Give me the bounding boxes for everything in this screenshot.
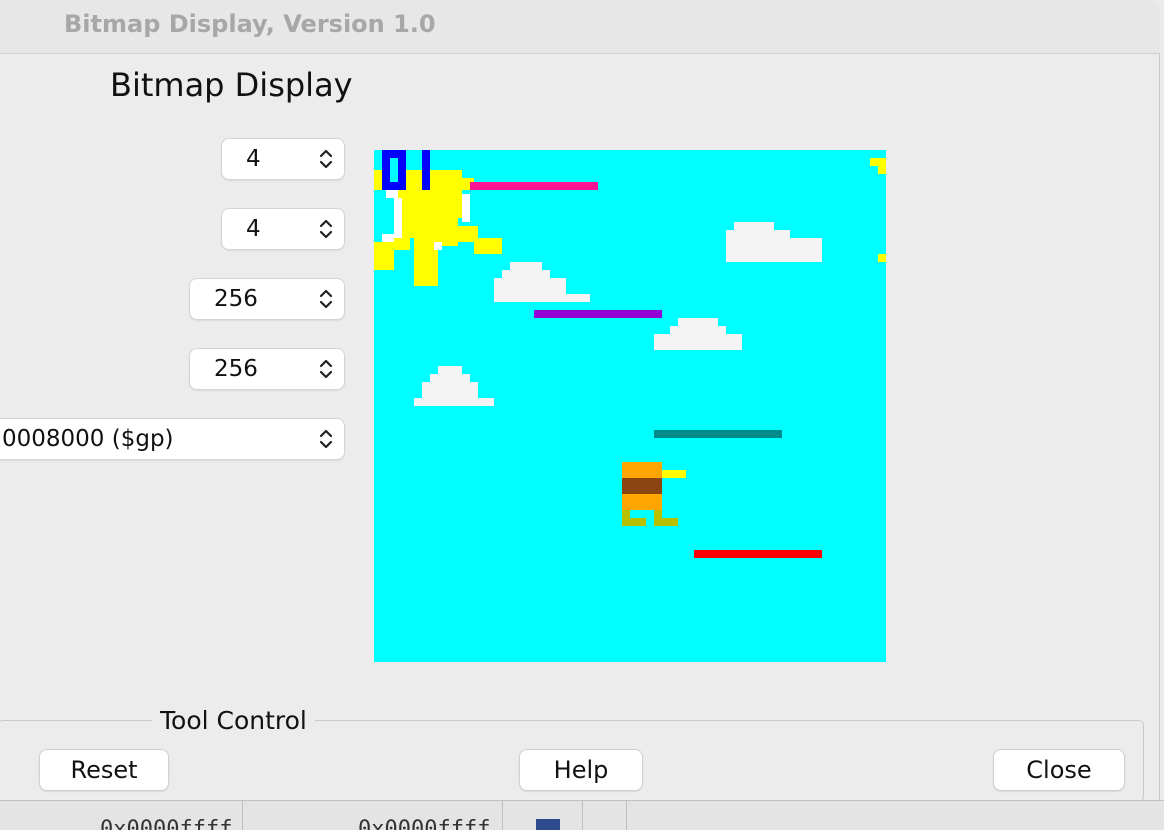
column-divider <box>626 801 627 830</box>
bitmap-canvas <box>374 150 886 662</box>
background-data-table: 0x0000ffff 0x0000ffff <box>0 800 1164 830</box>
title-bar[interactable]: Bitmap Display, Version 1.0 <box>0 0 1160 54</box>
cloud <box>414 366 494 406</box>
score-digits <box>382 150 430 190</box>
sun-sprite <box>374 158 886 286</box>
base-address-value: 0008000 ($gp) <box>2 426 174 452</box>
base-address-select[interactable]: 0008000 ($gp) <box>0 419 344 459</box>
display-width-value: 256 <box>214 286 258 312</box>
cloud <box>494 262 590 302</box>
unit-width-value: 4 <box>246 146 261 172</box>
window-title: Bitmap Display, Version 1.0 <box>64 10 436 38</box>
help-button[interactable]: Help <box>520 750 642 790</box>
cloud <box>726 222 822 262</box>
unit-width-spinner[interactable]: 4 <box>222 139 344 179</box>
table-cell: 0x0000ffff <box>358 817 491 830</box>
display-height-spinner[interactable]: 256 <box>190 349 344 389</box>
platform <box>694 550 822 558</box>
display-height-value: 256 <box>214 356 258 382</box>
unit-height-value: 4 <box>246 216 261 242</box>
column-divider <box>582 801 583 830</box>
up-down-chevron-icon[interactable] <box>318 427 334 451</box>
platform <box>654 430 782 438</box>
player-sprite <box>622 462 686 526</box>
column-divider <box>242 801 243 830</box>
bitmap-display-window: Bitmap Display, Version 1.0 Bitmap Displ… <box>0 0 1160 802</box>
platform <box>534 310 662 318</box>
column-divider <box>502 801 503 830</box>
up-down-chevron-icon[interactable] <box>318 147 334 171</box>
tool-control-label: Tool Control <box>152 706 315 735</box>
display-width-spinner[interactable]: 256 <box>190 279 344 319</box>
unit-height-spinner[interactable]: 4 <box>222 209 344 249</box>
cloud <box>654 318 742 350</box>
platform <box>470 182 598 190</box>
color-swatch <box>536 819 560 830</box>
close-button[interactable]: Close <box>994 750 1124 790</box>
up-down-chevron-icon[interactable] <box>318 357 334 381</box>
table-cell: 0x0000ffff <box>100 817 233 830</box>
page-title: Bitmap Display <box>110 66 353 104</box>
up-down-chevron-icon[interactable] <box>318 217 334 241</box>
reset-button[interactable]: Reset <box>40 750 168 790</box>
up-down-chevron-icon[interactable] <box>318 287 334 311</box>
